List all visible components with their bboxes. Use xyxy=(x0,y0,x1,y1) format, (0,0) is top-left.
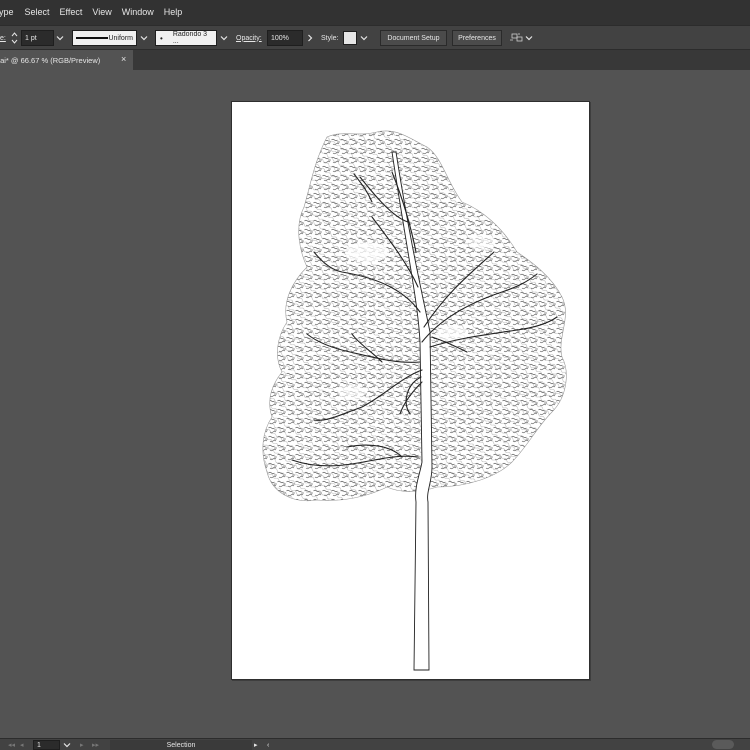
arrange-documents-button[interactable] xyxy=(509,30,535,46)
style-dropdown[interactable] xyxy=(358,30,370,46)
profile-line-preview xyxy=(76,37,108,39)
document-tab-bar: .ai* @ 66.67 % (RGB/Preview) × xyxy=(0,50,750,70)
brush-dropdown[interactable] xyxy=(218,30,230,46)
artboard-dropdown[interactable] xyxy=(63,740,71,750)
status-bar: ◂◂ ◂ 1 ▸ ▸▸ Selection ▸ ‹ xyxy=(0,738,750,750)
opacity-label[interactable]: Opacity: xyxy=(236,30,262,46)
artboard[interactable] xyxy=(231,101,590,680)
chevron-down-icon xyxy=(360,36,368,41)
play-icon[interactable]: ▸ xyxy=(254,740,258,750)
control-bar: e: 1 pt Uniform • Radondo 3 ... Opacity:… xyxy=(0,25,750,50)
style-label: Style: xyxy=(321,34,339,42)
menu-effect[interactable]: Effect xyxy=(55,0,88,25)
menu-window[interactable]: Window xyxy=(117,0,159,25)
opacity-field[interactable]: 100% xyxy=(267,30,303,46)
stroke-weight-stepper[interactable] xyxy=(9,30,19,46)
brush-label: Radondo 3 ... xyxy=(172,31,208,45)
tree-artwork[interactable] xyxy=(232,102,591,681)
chevron-right-icon xyxy=(308,34,313,42)
menu-type[interactable]: ype xyxy=(0,0,20,25)
brush-dot-icon: • xyxy=(160,33,163,43)
opacity-label-text[interactable]: Opacity: xyxy=(236,35,262,42)
preferences-button[interactable]: Preferences xyxy=(452,30,502,46)
menu-bar: ype Select Effect View Window Help xyxy=(0,0,750,25)
nav-prev-icon[interactable]: ◂ xyxy=(20,740,24,750)
stepper-icon xyxy=(11,32,17,44)
nav-next-icon[interactable]: ▸ xyxy=(80,740,84,750)
document-tab[interactable]: .ai* @ 66.67 % (RGB/Preview) × xyxy=(0,50,133,70)
stroke-label[interactable]: e: xyxy=(0,30,6,46)
horizontal-scrollbar-thumb[interactable] xyxy=(712,740,734,749)
chevron-down-icon xyxy=(140,36,148,41)
brush-definition[interactable]: • Radondo 3 ... xyxy=(155,30,217,46)
menu-view[interactable]: View xyxy=(87,0,116,25)
close-tab-icon[interactable]: × xyxy=(121,54,126,64)
tree-canopy xyxy=(262,130,567,502)
profile-dropdown[interactable] xyxy=(138,30,150,46)
menu-help[interactable]: Help xyxy=(159,0,188,25)
chevron-down-icon xyxy=(220,36,228,41)
back-icon[interactable]: ‹ xyxy=(267,740,269,750)
opacity-expand-button[interactable] xyxy=(304,30,316,46)
menu-select[interactable]: Select xyxy=(20,0,55,25)
profile-label: Uniform xyxy=(108,34,133,42)
status-tool-label: Selection xyxy=(110,740,252,750)
stroke-weight-field[interactable]: 1 pt xyxy=(21,30,54,46)
stroke-label-text[interactable]: e: xyxy=(0,35,6,42)
nav-first-icon[interactable]: ◂◂ xyxy=(8,740,15,750)
graphic-style-swatch[interactable] xyxy=(343,31,357,45)
nav-last-icon[interactable]: ▸▸ xyxy=(92,740,99,750)
artboard-number-field[interactable]: 1 xyxy=(33,740,60,750)
stroke-weight-dropdown[interactable] xyxy=(54,30,66,46)
chevron-down-icon xyxy=(56,36,64,41)
chevron-down-icon xyxy=(63,743,71,748)
document-tab-title: .ai* @ 66.67 % (RGB/Preview) xyxy=(0,55,101,65)
variable-width-profile[interactable]: Uniform xyxy=(72,30,137,46)
illustrator-window: ype Select Effect View Window Help e: 1 … xyxy=(0,0,750,750)
arrange-documents-icon xyxy=(510,33,533,42)
document-setup-button[interactable]: Document Setup xyxy=(380,30,447,46)
